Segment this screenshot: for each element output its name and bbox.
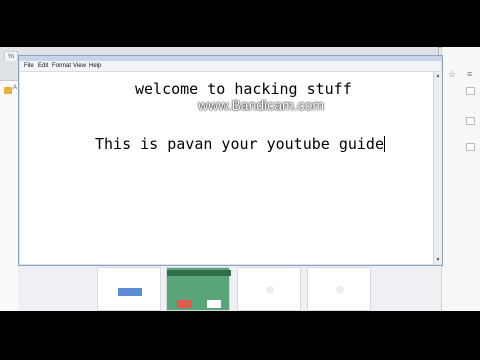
- text-cursor: [383, 136, 385, 152]
- bookmark-folder-icon[interactable]: [4, 87, 12, 94]
- bookmark-label[interactable]: A: [13, 85, 17, 91]
- empty-thumbnail-icon: [336, 286, 344, 294]
- video-frame: Yo – □ ✕ A ☆ ≡: [0, 0, 480, 360]
- site-thumbnail[interactable]: [237, 267, 301, 311]
- scroll-down-icon[interactable]: ▼: [435, 257, 441, 263]
- menu-format[interactable]: Format: [52, 62, 71, 71]
- menu-file[interactable]: File: [24, 62, 34, 71]
- site-thumbnail[interactable]: [166, 267, 231, 311]
- star-icon[interactable]: ☆: [448, 69, 456, 80]
- side-panel-icon[interactable]: [466, 143, 475, 151]
- text-line-2: This is pavan your youtube guide: [95, 135, 385, 153]
- thumbnail-button-shape: [177, 300, 191, 308]
- site-thumbnail[interactable]: [97, 267, 161, 311]
- desktop-screen: Yo – □ ✕ A ☆ ≡: [0, 47, 480, 311]
- recorder-watermark: www.Bandicam.com: [198, 97, 325, 113]
- thumbnail-button-shape: [207, 300, 221, 308]
- notepad-menu-bar: File Edit Format View Help: [20, 61, 441, 72]
- menu-view[interactable]: View: [73, 62, 86, 71]
- thumbnail-button-shape: [118, 288, 142, 296]
- text-line-2-content: This is pavan your youtube guide: [95, 135, 384, 153]
- bookmarks-bar: A: [0, 81, 18, 311]
- empty-thumbnail-icon: [266, 286, 274, 294]
- browser-tab[interactable]: Yo: [4, 51, 18, 61]
- side-panel-icon[interactable]: [466, 87, 475, 95]
- menu-edit[interactable]: Edit: [38, 62, 48, 71]
- vertical-scrollbar[interactable]: ▲ ▼: [433, 72, 442, 264]
- browser-right-panel: ☆ ≡: [441, 47, 480, 311]
- new-tab-thumbnails: [95, 267, 440, 311]
- scroll-up-icon[interactable]: ▲: [435, 73, 441, 79]
- notepad-window[interactable]: File Edit Format View Help welcome to ha…: [18, 55, 443, 266]
- site-thumbnail[interactable]: [307, 267, 371, 311]
- thumbnail-header-shape: [167, 270, 231, 276]
- side-panel-icon[interactable]: [466, 117, 475, 125]
- menu-help[interactable]: Help: [89, 62, 101, 71]
- text-line-1: welcome to hacking stuff: [135, 80, 352, 98]
- menu-icon[interactable]: ≡: [467, 69, 472, 79]
